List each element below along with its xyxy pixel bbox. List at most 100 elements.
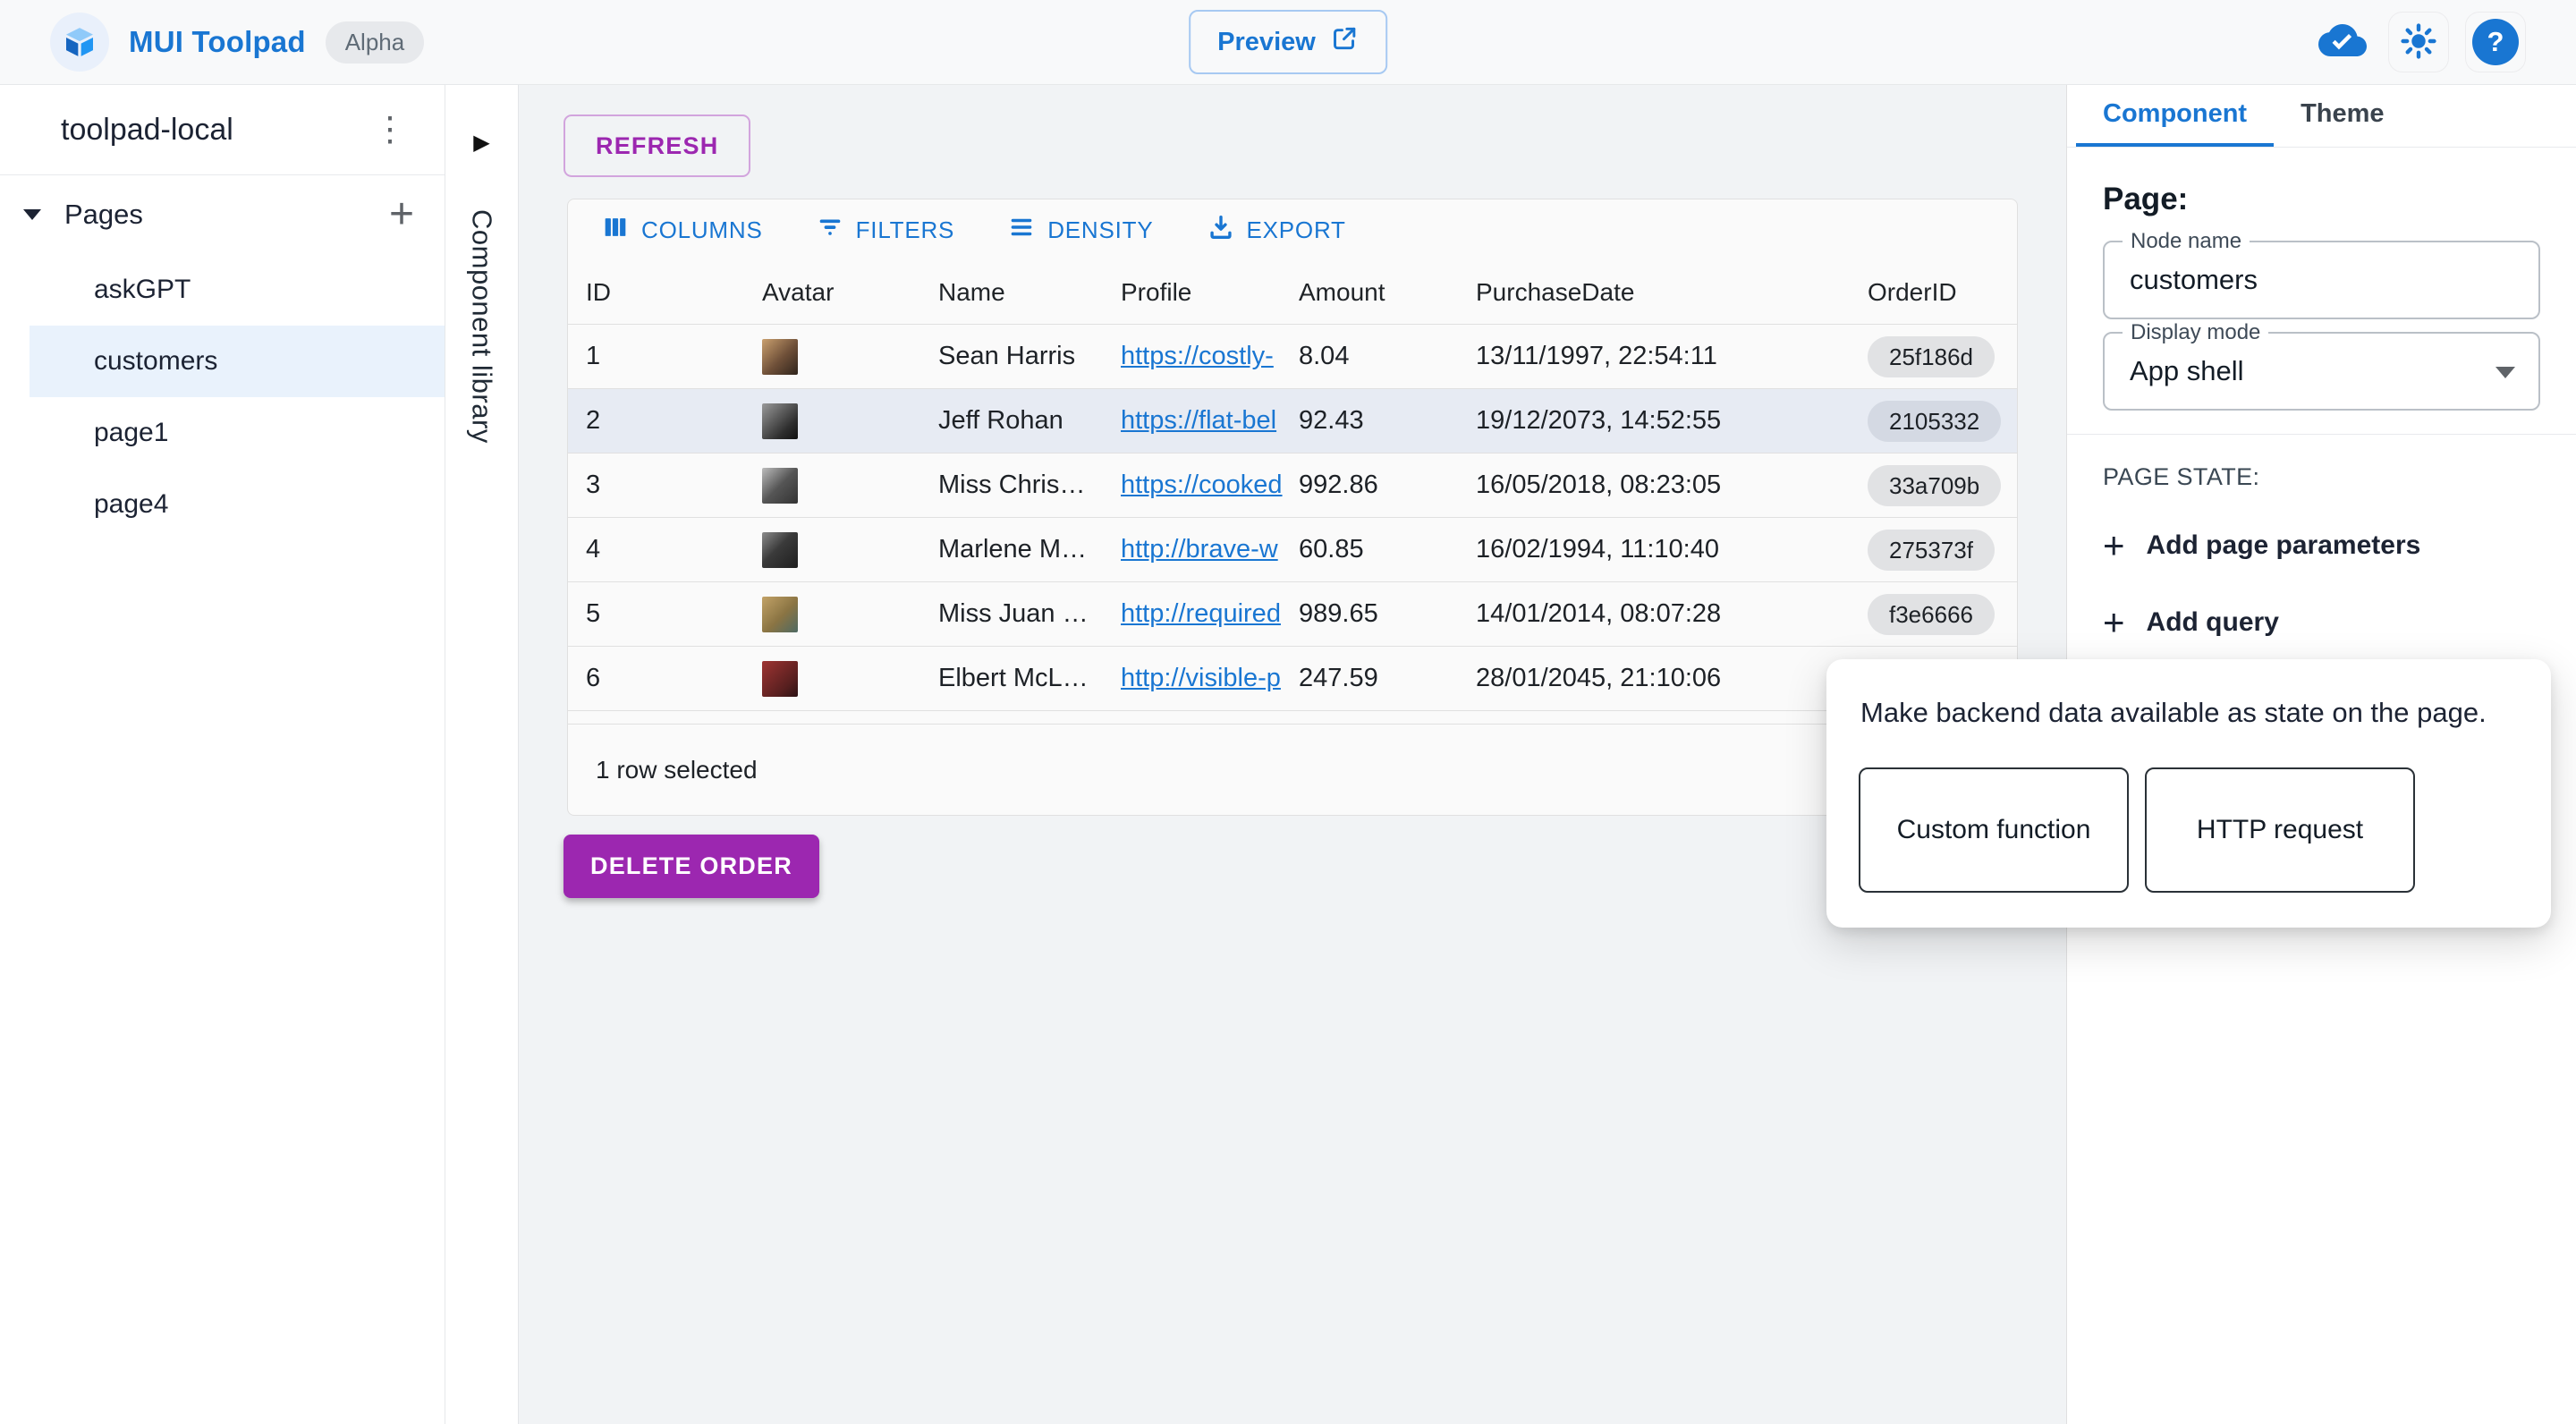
avatar xyxy=(762,661,798,697)
table-row[interactable]: 1 Sean Harris https://costly- 8.04 13/11… xyxy=(568,325,2017,389)
refresh-button[interactable]: REFRESH xyxy=(564,114,750,177)
order-id-chip: f3e6666 xyxy=(1868,594,1995,635)
data-grid[interactable]: COLUMNS FILTERS xyxy=(567,199,2018,816)
cell-profile: https://cooked xyxy=(1112,470,1290,500)
table-row[interactable]: 4 Marlene M… http://brave-w 60.85 16/02/… xyxy=(568,518,2017,582)
cell-avatar xyxy=(753,468,929,504)
cell-name: Miss Juan … xyxy=(929,599,1112,629)
app-root: MUI Toolpad Alpha Preview xyxy=(0,0,2576,1424)
profile-link[interactable]: https://costly- xyxy=(1121,342,1290,371)
cell-profile: https://flat-bel xyxy=(1112,406,1290,436)
table-row-selected[interactable]: 2 Jeff Rohan https://flat-bel 92.43 19/1… xyxy=(568,389,2017,453)
display-mode-value: App shell xyxy=(2105,355,2244,387)
profile-link[interactable]: http://required xyxy=(1121,599,1290,629)
component-library-strip[interactable]: ▶ Component library xyxy=(445,85,519,1424)
preview-button-label: Preview xyxy=(1217,28,1316,57)
cell-purchasedate: 28/01/2045, 21:10:06 xyxy=(1467,664,1843,693)
cell-orderid: 2105332 xyxy=(1843,401,2018,442)
density-button[interactable]: DENSITY xyxy=(996,205,1164,256)
query-type-popup: Make backend data available as state on … xyxy=(1826,659,2551,928)
plus-icon: + xyxy=(2103,607,2125,638)
cell-amount: 92.43 xyxy=(1290,406,1467,436)
cell-id: 1 xyxy=(568,342,753,371)
custom-function-option[interactable]: Custom function xyxy=(1859,767,2129,893)
add-page-icon[interactable]: + xyxy=(389,198,414,232)
cell-avatar xyxy=(753,403,929,439)
export-button[interactable]: EXPORT xyxy=(1195,205,1357,256)
columns-button-label: COLUMNS xyxy=(641,216,763,244)
table-row[interactable]: 6 Elbert McL… http://visible-p 247.59 28… xyxy=(568,647,2017,711)
page-heading: Page: xyxy=(2103,182,2540,217)
pages-tree-label: Pages xyxy=(64,199,389,231)
profile-link[interactable]: https://flat-bel xyxy=(1121,406,1290,436)
display-mode-select[interactable]: Display mode App shell xyxy=(2103,332,2540,411)
filters-button[interactable]: FILTERS xyxy=(804,205,966,256)
cell-purchasedate: 16/02/1994, 11:10:40 xyxy=(1467,535,1843,564)
popup-message: Make backend data available as state on … xyxy=(1860,697,2522,729)
column-header-orderid[interactable]: OrderID xyxy=(1843,278,2018,307)
columns-button[interactable]: COLUMNS xyxy=(589,205,774,256)
order-id-chip: 275373f xyxy=(1868,530,1995,571)
cell-name: Elbert McL… xyxy=(929,664,1112,693)
avatar xyxy=(762,532,798,568)
column-header-amount[interactable]: Amount xyxy=(1290,278,1467,307)
table-row[interactable]: 5 Miss Juan … http://required 989.65 14/… xyxy=(568,582,2017,647)
external-link-icon xyxy=(1330,24,1359,60)
preview-button[interactable]: Preview xyxy=(1189,10,1387,74)
delete-order-button[interactable]: DELETE ORDER xyxy=(564,835,819,898)
cell-purchasedate: 14/01/2014, 08:07:28 xyxy=(1467,599,1843,629)
cell-avatar xyxy=(753,661,929,697)
cell-profile: https://costly- xyxy=(1112,342,1290,371)
app-bar-left: MUI Toolpad Alpha xyxy=(50,13,424,72)
cell-id: 5 xyxy=(568,599,753,629)
column-header-avatar[interactable]: Avatar xyxy=(753,278,929,307)
cell-id: 4 xyxy=(568,535,753,564)
tab-theme[interactable]: Theme xyxy=(2274,85,2411,147)
plus-icon: + xyxy=(2103,530,2125,561)
sidebar-item-page1[interactable]: page1 xyxy=(0,397,445,469)
grid-footer: 1 row selected xyxy=(568,724,2017,815)
cell-avatar xyxy=(753,597,929,632)
density-icon xyxy=(1006,212,1037,249)
cell-orderid: f3e6666 xyxy=(1843,594,2018,635)
profile-link[interactable]: http://visible-p xyxy=(1121,664,1290,693)
profile-link[interactable]: http://brave-w xyxy=(1121,535,1290,564)
project-menu-icon[interactable]: ⋮ xyxy=(366,113,414,147)
node-name-value[interactable]: customers xyxy=(2105,264,2258,296)
alpha-badge: Alpha xyxy=(326,21,425,64)
inspector-content: Page: Node name customers Display mode A… xyxy=(2067,182,2576,638)
chevron-down-icon[interactable] xyxy=(23,209,41,220)
project-row: toolpad-local ⋮ xyxy=(0,85,445,174)
cell-orderid: 25f186d xyxy=(1843,336,2018,377)
order-id-chip: 2105332 xyxy=(1868,401,2001,442)
column-header-purchasedate[interactable]: PurchaseDate xyxy=(1467,278,1843,307)
popup-options: Custom function HTTP request xyxy=(1859,767,2415,893)
sidebar-item-askgpt[interactable]: askGPT xyxy=(0,254,445,326)
help-button[interactable]: ? xyxy=(2465,12,2526,72)
add-page-parameters-button[interactable]: + Add page parameters xyxy=(2103,530,2420,561)
cell-name: Sean Harris xyxy=(929,342,1112,371)
tab-component[interactable]: Component xyxy=(2076,85,2274,147)
http-request-option[interactable]: HTTP request xyxy=(2145,767,2415,893)
export-button-label: EXPORT xyxy=(1247,216,1346,244)
add-query-button[interactable]: + Add query xyxy=(2103,607,2279,638)
profile-link[interactable]: https://cooked xyxy=(1121,470,1290,500)
column-header-name[interactable]: Name xyxy=(929,278,1112,307)
cell-purchasedate: 16/05/2018, 08:23:05 xyxy=(1467,470,1843,500)
expand-library-icon[interactable]: ▶ xyxy=(473,130,489,156)
sidebar-item-page4[interactable]: page4 xyxy=(0,469,445,540)
table-row[interactable]: 3 Miss Chris… https://cooked 992.86 16/0… xyxy=(568,453,2017,518)
cell-amount: 992.86 xyxy=(1290,470,1467,500)
toolpad-logo-icon xyxy=(50,13,109,72)
node-name-label: Node name xyxy=(2123,229,2250,254)
node-name-field[interactable]: Node name customers xyxy=(2103,241,2540,319)
column-header-id[interactable]: ID xyxy=(568,278,753,307)
theme-toggle-button[interactable] xyxy=(2388,12,2449,72)
avatar xyxy=(762,597,798,632)
column-header-profile[interactable]: Profile xyxy=(1112,278,1290,307)
chevron-down-icon xyxy=(2496,367,2515,378)
page-state-label: PAGE STATE: xyxy=(2103,463,2540,491)
sidebar-item-customers[interactable]: customers xyxy=(30,326,445,397)
density-button-label: DENSITY xyxy=(1047,216,1153,244)
selection-status: 1 row selected xyxy=(596,756,758,784)
